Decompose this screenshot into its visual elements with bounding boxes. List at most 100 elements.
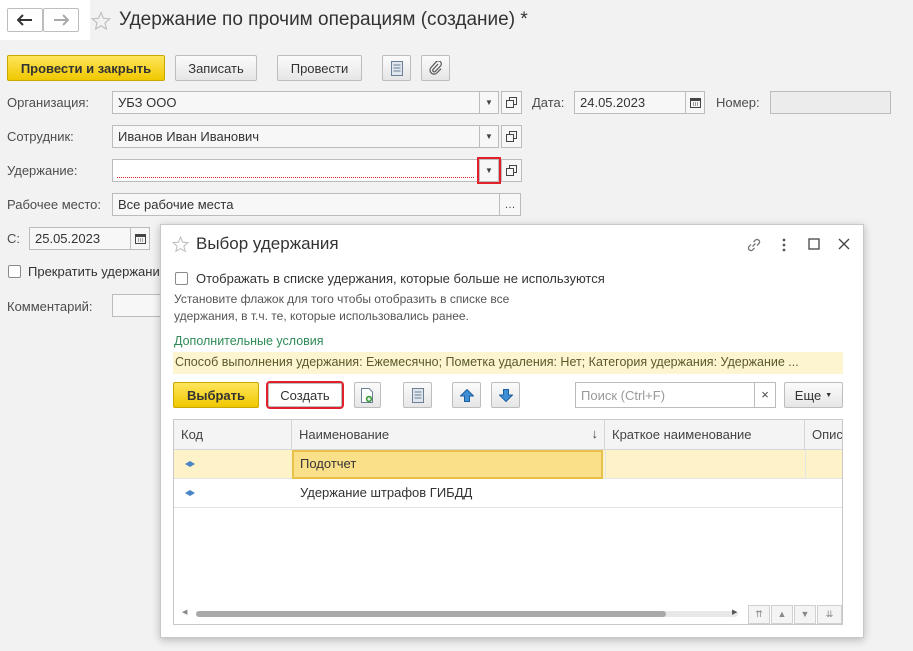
workplace-select-button[interactable]: … <box>499 193 521 216</box>
move-up-icon <box>459 388 474 402</box>
move-up-button[interactable] <box>452 382 481 408</box>
deductions-table: Код Наименование ↓ Краткое наименование … <box>173 419 843 625</box>
select-deduction-dialog: Выбор удержания Отображать в списке удер… <box>160 224 864 638</box>
table-cell-short-name <box>605 479 805 508</box>
table-cell-name: Подотчет <box>292 450 603 479</box>
org-open-button[interactable] <box>501 91 522 114</box>
more-button-label: Еще <box>794 387 822 403</box>
table-cell-description <box>805 450 842 479</box>
dialog-title: Выбор удержания <box>196 234 339 253</box>
date-field[interactable]: 24.05.2023 <box>574 91 686 114</box>
chevron-down-icon: ▼ <box>825 391 833 399</box>
forward-arrow-icon <box>54 14 69 26</box>
list-settings-button[interactable] <box>403 382 432 408</box>
show-unused-label: Отображать в списке удержания, которые б… <box>196 271 605 286</box>
scroll-bottom-button[interactable]: ⇊ <box>817 605 842 624</box>
open-icon <box>506 97 517 108</box>
open-icon <box>506 131 517 142</box>
chevron-down-icon: ▼ <box>485 132 493 141</box>
list-icon <box>411 387 424 403</box>
filter-bar[interactable]: Способ выполнения удержания: Ежемесячно;… <box>173 352 843 374</box>
employee-field[interactable]: Иванов Иван Иванович <box>112 125 480 148</box>
from-calendar-button[interactable] <box>130 227 150 250</box>
column-header-short-name[interactable]: Краткое наименование <box>605 420 805 450</box>
diamond-icon <box>185 490 195 496</box>
number-field[interactable] <box>770 91 891 114</box>
scroll-left-arrow[interactable]: ◀ <box>182 608 187 616</box>
row-icon <box>174 479 292 508</box>
date-calendar-button[interactable] <box>685 91 705 114</box>
page-title: Удержание по прочим операциям (создание)… <box>119 9 528 30</box>
save-button[interactable]: Записать <box>175 55 257 81</box>
deduction-label: Удержание: <box>7 163 78 178</box>
scroll-page-down-button[interactable]: ▼ <box>794 605 816 624</box>
select-button[interactable]: Выбрать <box>173 382 259 408</box>
number-label: Номер: <box>716 95 760 110</box>
deduction-dropdown-button[interactable]: ▼ <box>477 157 501 184</box>
attach-button[interactable] <box>421 55 450 81</box>
deduction-field[interactable] <box>112 159 480 182</box>
back-button[interactable] <box>7 8 43 32</box>
from-label: С: <box>7 231 20 246</box>
calendar-icon <box>134 234 146 244</box>
hint-line-2: удержания, в т.ч. те, которые использова… <box>174 309 469 323</box>
search-input[interactable]: Поиск (Ctrl+F) <box>575 382 755 408</box>
move-down-button[interactable] <box>491 382 520 408</box>
report-button[interactable] <box>382 55 411 81</box>
copy-icon <box>361 387 373 403</box>
more-button[interactable]: Еще ▼ <box>784 382 843 408</box>
chevron-down-icon: ▼ <box>485 166 493 175</box>
org-field[interactable]: УБЗ ООО <box>112 91 480 114</box>
stop-checkbox[interactable] <box>8 265 21 278</box>
employee-label: Сотрудник: <box>7 129 74 144</box>
post-button[interactable]: Провести <box>277 55 362 81</box>
table-row[interactable]: Подотчет <box>174 450 842 479</box>
list-icon <box>390 60 403 76</box>
diamond-icon <box>185 461 195 467</box>
star-icon[interactable] <box>172 236 189 253</box>
row-icon <box>174 450 292 479</box>
paperclip-icon <box>428 61 442 75</box>
comment-label: Комментарий: <box>7 299 93 314</box>
workplace-field[interactable]: Все рабочие места <box>112 193 500 216</box>
close-icon[interactable] <box>838 238 850 250</box>
column-header-description[interactable]: Опис <box>805 420 842 450</box>
scroll-page-up-button[interactable]: ▲ <box>771 605 793 624</box>
column-header-name[interactable]: Наименование ↓ <box>292 420 605 450</box>
forward-button[interactable] <box>43 8 79 32</box>
copy-button[interactable] <box>354 382 381 408</box>
back-arrow-icon <box>17 14 32 26</box>
from-date-field[interactable]: 25.05.2023 <box>29 227 131 250</box>
employee-open-button[interactable] <box>501 125 522 148</box>
move-down-icon <box>498 388 513 402</box>
org-label: Организация: <box>7 95 90 110</box>
deduction-open-button[interactable] <box>501 159 522 182</box>
workplace-label: Рабочее место: <box>7 197 102 212</box>
table-row[interactable]: Удержание штрафов ГИБДД <box>174 479 842 508</box>
column-header-code[interactable]: Код <box>174 420 292 450</box>
search-clear-button[interactable]: × <box>754 382 776 408</box>
ellipsis-icon: … <box>504 198 516 211</box>
extra-conditions-link[interactable]: Дополнительные условия <box>174 334 324 348</box>
employee-dropdown-button[interactable]: ▼ <box>479 125 499 148</box>
required-underline <box>117 177 474 178</box>
more-vertical-icon[interactable] <box>781 237 787 253</box>
table-cell-name: Удержание штрафов ГИБДД <box>300 485 473 500</box>
scrollbar-thumb[interactable] <box>196 611 666 617</box>
sort-indicator-icon: ↓ <box>591 426 599 441</box>
post-and-close-button[interactable]: Провести и закрыть <box>7 55 165 81</box>
create-button[interactable]: Создать <box>266 381 344 409</box>
open-icon <box>506 165 517 176</box>
stop-label: Прекратить удержани <box>28 264 160 279</box>
star-icon[interactable] <box>91 11 111 31</box>
org-dropdown-button[interactable]: ▼ <box>479 91 499 114</box>
scroll-right-arrow[interactable]: ▶ <box>732 608 737 616</box>
calendar-icon <box>689 98 701 108</box>
maximize-icon[interactable] <box>808 238 820 250</box>
horizontal-scrollbar[interactable] <box>196 611 738 617</box>
date-label: Дата: <box>532 95 565 110</box>
hint-line-1: Установите флажок для того чтобы отобраз… <box>174 292 510 306</box>
scroll-top-button[interactable]: ⇈ <box>748 605 770 624</box>
link-icon[interactable] <box>746 237 762 253</box>
show-unused-checkbox[interactable] <box>175 272 188 285</box>
